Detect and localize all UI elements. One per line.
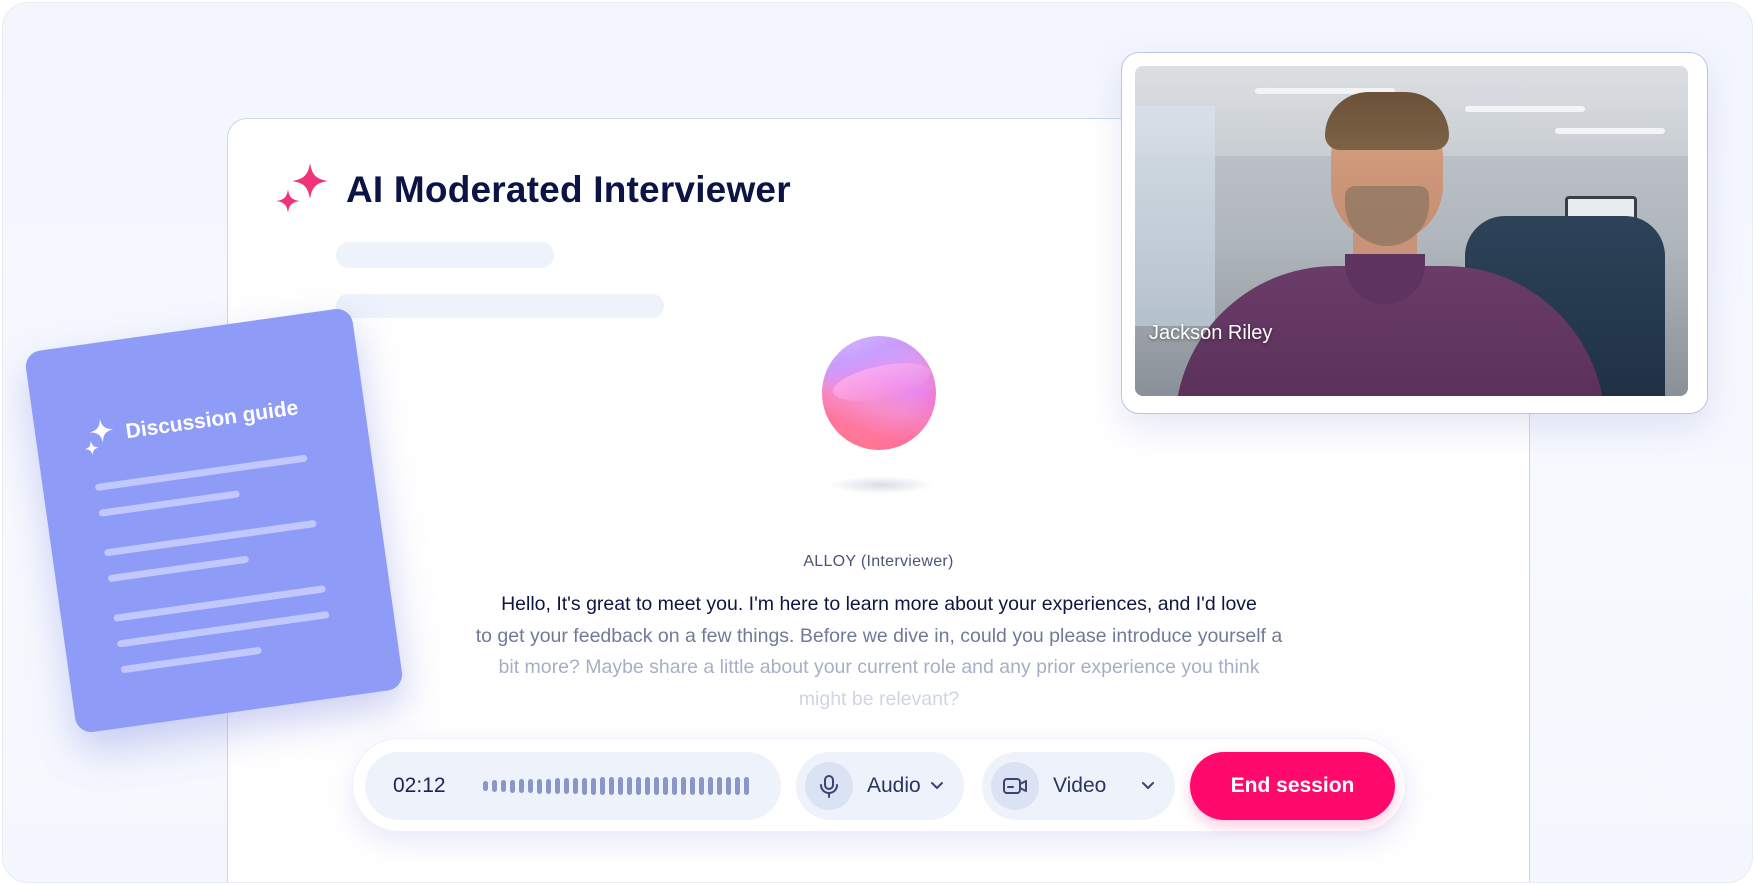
chevron-down-icon (1142, 782, 1154, 789)
ai-voice-orb (822, 336, 938, 506)
guide-text-line (94, 454, 308, 492)
participant-video-card: Jackson Riley (1121, 52, 1708, 414)
orb-shadow (828, 476, 934, 494)
participant-hair (1325, 92, 1449, 150)
orb-sphere (822, 336, 936, 450)
speaker-label: ALLOY (Interviewer) (803, 553, 954, 570)
audio-waveform (483, 777, 749, 795)
guide-header: Discussion guide (80, 389, 301, 457)
guide-title: Discussion guide (124, 396, 300, 444)
guide-text-line (120, 646, 262, 674)
waveform-bar (645, 777, 650, 795)
waveform-bar (681, 777, 686, 795)
audio-icon-circle (805, 762, 853, 810)
waveform-bar (627, 777, 632, 795)
header: AI Moderated Interviewer (272, 161, 791, 219)
placeholder-line (336, 242, 554, 268)
waveform-bar (483, 781, 488, 791)
timer-pill: 02:12 (365, 752, 781, 820)
participant-video[interactable]: Jackson Riley (1135, 66, 1688, 396)
session-controls-bar: 02:12 Audio Video End session (352, 738, 1406, 832)
waveform-bar (744, 777, 749, 795)
waveform-bar (537, 778, 542, 794)
waveform-bar (492, 780, 497, 792)
waveform-bar (582, 777, 587, 795)
waveform-bar (591, 777, 596, 795)
waveform-bar (546, 778, 551, 794)
transcript-line: to get your feedback on a few things. Be… (475, 624, 1283, 647)
waveform-bar (672, 777, 677, 795)
waveform-bar (573, 778, 578, 794)
video-bg-window (1135, 106, 1215, 326)
guide-text-line (103, 519, 317, 557)
waveform-bar (726, 777, 731, 795)
camera-icon (1003, 778, 1027, 794)
guide-text-line (98, 490, 241, 517)
waveform-bar (717, 777, 722, 795)
waveform-bar (735, 777, 740, 795)
page-title: AI Moderated Interviewer (346, 169, 791, 210)
session-timer: 02:12 (393, 774, 446, 797)
waveform-bar (555, 778, 560, 794)
waveform-bar (501, 780, 506, 792)
chevron-down-icon (931, 782, 943, 789)
waveform-bar (519, 779, 524, 793)
waveform-bar (510, 779, 515, 793)
video-bg-light (1465, 106, 1585, 112)
video-label: Video (1053, 774, 1107, 797)
end-session-button[interactable]: End session (1190, 752, 1395, 820)
audio-label: Audio (867, 774, 921, 797)
waveform-bar (708, 777, 713, 795)
waveform-bar (663, 777, 668, 795)
placeholder-line (336, 294, 664, 318)
waveform-bar (600, 777, 605, 795)
waveform-bar (528, 779, 533, 793)
transcript-line: might be relevant? (798, 687, 960, 710)
guide-text-line (107, 555, 250, 583)
waveform-bar (654, 777, 659, 795)
waveform-bar (564, 778, 569, 794)
video-icon-circle (991, 762, 1039, 810)
video-selector[interactable]: Video (982, 752, 1175, 820)
sparkle-icon (276, 163, 328, 213)
transcript-line: bit more? Maybe share a little about you… (498, 656, 1260, 678)
waveform-bar (609, 777, 614, 795)
microphone-icon (820, 775, 838, 798)
app-canvas: AI Moderated Interviewer ALLOY (Intervie… (2, 2, 1753, 883)
participant-name: Jackson Riley (1149, 322, 1273, 344)
transcript: Hello, It's great to meet you. I'm here … (446, 589, 1312, 715)
waveform-bar (636, 777, 641, 795)
waveform-bar (699, 777, 704, 795)
waveform-bar (618, 777, 623, 795)
video-bg-light (1555, 128, 1665, 134)
discussion-guide-card[interactable]: Discussion guide (23, 306, 405, 735)
transcript-line: Hello, It's great to meet you. I'm here … (501, 593, 1257, 615)
sparkle-icon (84, 418, 114, 456)
waveform-bar (690, 777, 695, 795)
audio-selector[interactable]: Audio (796, 752, 964, 820)
